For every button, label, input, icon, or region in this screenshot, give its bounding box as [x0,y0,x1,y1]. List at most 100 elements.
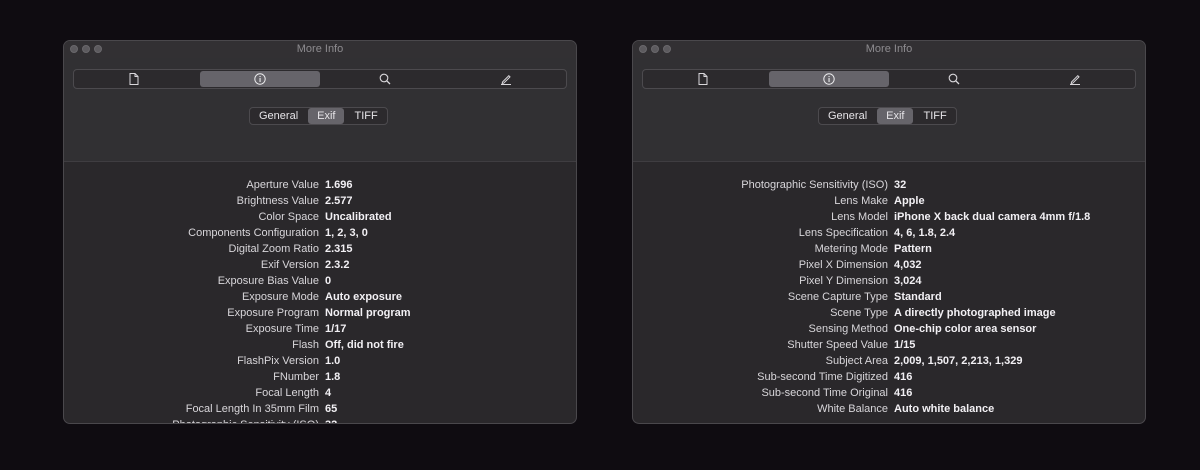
exif-row: Components Configuration 1, 2, 3, 0 [64,225,576,241]
exif-value[interactable]: 1.8 [325,369,340,385]
exif-value[interactable]: Auto exposure [325,289,402,305]
toolbar-info-button[interactable] [199,71,320,87]
exif-value[interactable]: 4 [325,385,331,401]
exif-value[interactable]: 2.3.2 [325,257,349,273]
exif-value[interactable]: 1.0 [325,353,340,369]
more-info-window-left: More Info General Exif TIFF Aperture Val… [63,40,577,424]
tab-tiff[interactable]: TIFF [914,108,955,124]
exif-row: Digital Zoom Ratio 2.315 [64,241,576,257]
info-tabs: General Exif TIFF [818,107,957,125]
titlebar[interactable]: More Info [64,41,576,58]
tab-general[interactable]: General [819,108,876,124]
inspector-toolbar [642,69,1136,89]
exif-row: Exposure Mode Auto exposure [64,289,576,305]
exif-row: FNumber 1.8 [64,369,576,385]
search-icon [379,73,391,85]
exif-value[interactable]: 4,032 [894,257,922,273]
exif-value[interactable]: 1/15 [894,337,915,353]
window-title: More Info [865,43,913,55]
exif-value[interactable]: Apple [894,193,925,209]
tab-exif[interactable]: Exif [308,108,345,124]
exif-value[interactable]: iPhone X back dual camera 4mm f/1.8 [894,209,1090,225]
window-title: More Info [296,43,344,55]
exif-key: White Balance [817,403,888,415]
toolbar-general-button[interactable] [74,70,195,88]
exif-value[interactable]: 2.577 [325,193,353,209]
exif-value[interactable]: 2,009, 1,507, 2,213, 1,329 [894,353,1022,369]
exif-key: Sub-second Time Original [761,387,888,399]
search-icon [948,73,960,85]
exif-value[interactable]: 65 [325,401,337,417]
inspector-toolbar [73,69,567,89]
exif-value[interactable]: 32 [325,417,337,423]
exif-key: FlashPix Version [237,355,319,367]
exif-row: Pixel Y Dimension 3,024 [633,273,1145,289]
tab-tiff[interactable]: TIFF [345,108,386,124]
exif-value[interactable]: Off, did not fire [325,337,404,353]
exif-row: Photographic Sensitivity (ISO) 32 [64,417,576,423]
document-icon [698,73,708,85]
exif-value[interactable]: A directly photographed image [894,305,1056,321]
exif-key: Pixel Y Dimension [799,275,888,287]
exif-row: Scene Capture Type Standard [633,289,1145,305]
pencil-icon [500,74,511,85]
exif-value[interactable]: Pattern [894,241,932,257]
toolbar-search-button[interactable] [894,70,1015,88]
exif-key: Color Space [258,211,319,223]
exif-row: Exposure Time 1/17 [64,321,576,337]
exif-row: Lens Make Apple [633,193,1145,209]
exif-row: Scene Type A directly photographed image [633,305,1145,321]
titlebar[interactable]: More Info [633,41,1145,58]
toolbar-info-button[interactable] [768,71,889,87]
exif-value[interactable]: 1, 2, 3, 0 [325,225,368,241]
exif-value[interactable]: Normal program [325,305,411,321]
exif-key: Digital Zoom Ratio [228,243,319,255]
toolbar-annotate-button[interactable] [446,70,567,88]
exif-row: Exif Version 2.3.2 [64,257,576,273]
exif-value[interactable]: 0 [325,273,331,289]
exif-row: Exposure Bias Value 0 [64,273,576,289]
exif-key: FNumber [273,371,319,383]
document-icon [129,73,139,85]
exif-key: Sensing Method [808,323,889,335]
exif-key: Exposure Bias Value [217,275,319,287]
exif-value[interactable]: 3,024 [894,273,922,289]
exif-key: Shutter Speed Value [787,339,888,351]
toolbar-general-button[interactable] [643,70,764,88]
exif-row: Sub-second Time Original 416 [633,385,1145,401]
exif-row: Sub-second Time Digitized 416 [633,369,1145,385]
exif-value[interactable]: 2.315 [325,241,353,257]
info-icon [823,73,835,85]
exif-row: Focal Length 4 [64,385,576,401]
exif-key: Focal Length [255,387,319,399]
exif-row: Aperture Value 1.696 [64,177,576,193]
exif-key: Photographic Sensitivity (ISO) [741,179,888,191]
exif-key: Focal Length In 35mm Film [185,403,319,415]
exif-key: Components Configuration [188,227,319,239]
toolbar-search-button[interactable] [325,70,446,88]
exif-key: Exposure Program [227,307,319,319]
exif-value[interactable]: Uncalibrated [325,209,392,225]
exif-row: Metering Mode Pattern [633,241,1145,257]
toolbar-annotate-button[interactable] [1015,70,1136,88]
exif-row: Photographic Sensitivity (ISO) 32 [633,177,1145,193]
tab-exif[interactable]: Exif [877,108,914,124]
exif-value[interactable]: 32 [894,177,906,193]
exif-value[interactable]: Auto white balance [894,401,994,417]
exif-key: Exposure Mode [241,291,319,303]
exif-value[interactable]: 4, 6, 1.8, 2.4 [894,225,955,241]
exif-value[interactable]: One-chip color area sensor [894,321,1036,337]
exif-row: Subject Area 2,009, 1,507, 2,213, 1,329 [633,353,1145,369]
exif-key: Exposure Time [245,323,319,335]
exif-value[interactable]: 1/17 [325,321,346,337]
info-tabs: General Exif TIFF [249,107,388,125]
exif-value[interactable]: 1.696 [325,177,353,193]
toolbar-area: General Exif TIFF [64,58,576,162]
exif-key: Subject Area [825,355,888,367]
exif-value[interactable]: 416 [894,369,912,385]
exif-value[interactable]: 416 [894,385,912,401]
exif-value[interactable]: Standard [894,289,942,305]
exif-key: Aperture Value [246,179,319,191]
toolbar-area: General Exif TIFF [633,58,1145,162]
tab-general[interactable]: General [250,108,307,124]
